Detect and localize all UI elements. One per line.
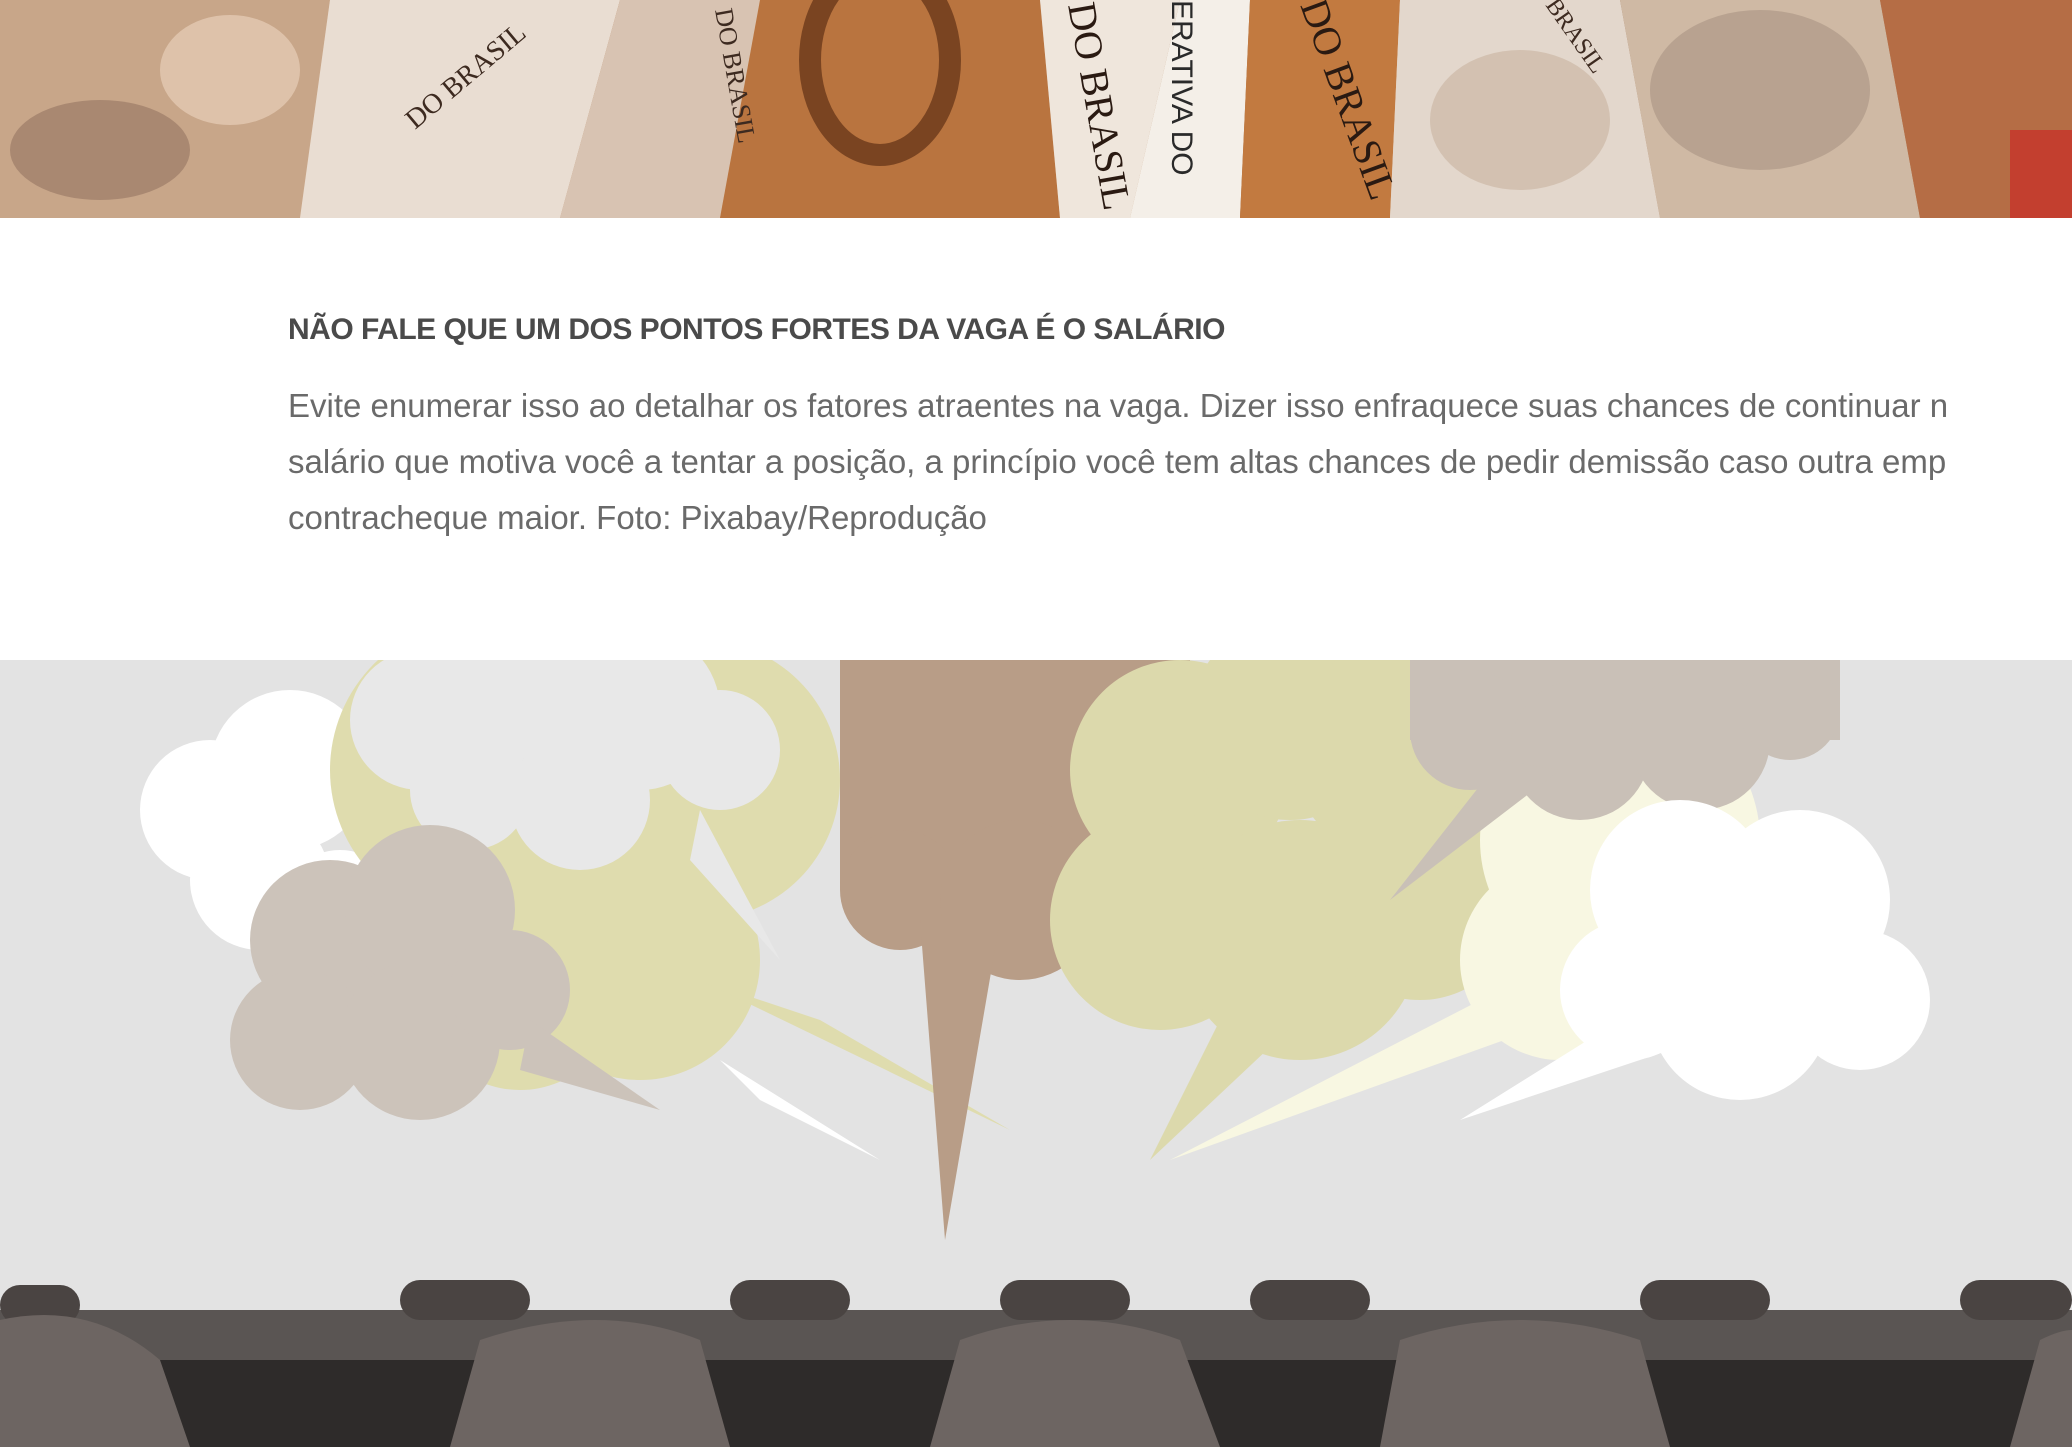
caption-line: Evite enumerar isso ao detalhar os fator… [288,387,1949,424]
article-page: DO BRASIL DO BRASIL DO BRASIL ERATIVA DO… [0,0,2072,1447]
speech-bubbles-photo [0,660,2072,1447]
photo-caption: NÃO FALE QUE UM DOS PONTOS FORTES DA VAG… [288,300,2072,546]
caption-title: NÃO FALE QUE UM DOS PONTOS FORTES DA VAG… [288,313,1225,346]
banknotes-photo: DO BRASIL DO BRASIL DO BRASIL ERATIVA DO… [0,0,2072,218]
caption-body: Evite enumerar isso ao detalhar os fator… [288,378,2072,546]
caption-line: salário que motiva você a tentar a posiç… [288,443,1947,480]
banknote-text: ERATIVA DO [1165,0,1198,176]
caption-line: contracheque maior. Foto: Pixabay/Reprod… [288,499,987,536]
